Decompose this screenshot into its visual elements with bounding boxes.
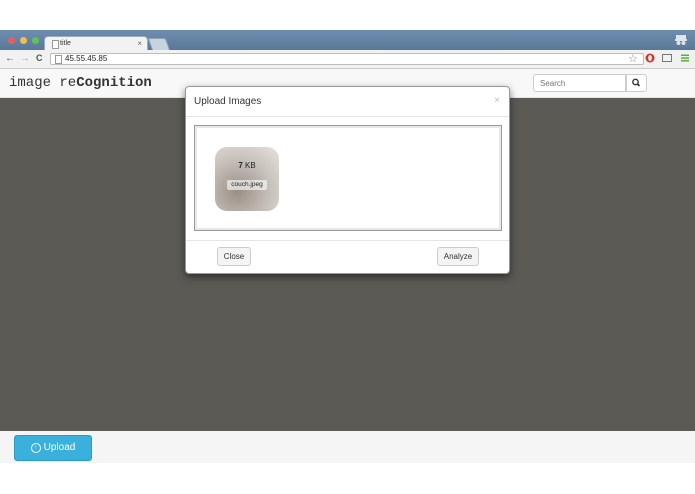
page-icon [52, 40, 59, 49]
modal-divider [186, 116, 509, 117]
bookmark-star-icon[interactable]: ☆ [628, 52, 638, 65]
maximize-window-icon[interactable] [32, 37, 39, 44]
back-arrow-icon[interactable]: ← [5, 53, 15, 64]
minimize-window-icon[interactable] [20, 37, 27, 44]
footer-bar [0, 431, 695, 463]
analyze-button[interactable]: Analyze [437, 247, 479, 266]
address-bar[interactable]: 45.55.45.85 [50, 53, 644, 65]
close-button[interactable]: Close [217, 247, 251, 266]
close-window-icon[interactable] [8, 37, 15, 44]
app-brand[interactable]: image reCognition [9, 75, 152, 91]
file-size: 7 KB [215, 161, 279, 170]
image-dropzone[interactable]: 7 KB couch.jpeg [194, 125, 502, 231]
cast-icon[interactable] [662, 53, 672, 63]
menu-icon[interactable] [680, 53, 690, 63]
tab-title: title [60, 40, 71, 47]
brand-bold-text: Cognition [76, 75, 152, 91]
incognito-profile-icon[interactable] [674, 33, 688, 47]
browser-tab[interactable]: title × [44, 36, 148, 51]
address-url: 45.55.45.85 [65, 54, 108, 63]
modal-title: Upload Images [194, 96, 262, 107]
page-icon [55, 55, 62, 64]
modal-divider [186, 240, 509, 241]
upload-button-label: Upload [43, 442, 76, 453]
upload-button[interactable]: ↑ Upload [14, 435, 92, 461]
file-name: couch.jpeg [227, 180, 267, 190]
search-input[interactable] [533, 74, 626, 92]
opera-extension-icon[interactable] [645, 53, 655, 63]
file-size-unit: KB [242, 161, 256, 170]
search-icon [632, 78, 641, 87]
search-button[interactable] [626, 74, 647, 92]
modal-close-icon[interactable]: × [494, 95, 500, 106]
tab-close-icon[interactable]: × [137, 39, 142, 48]
upload-circle-arrow-icon: ↑ [30, 443, 41, 453]
upload-images-modal: Upload Images × 7 KB couch.jpeg Close An… [185, 86, 510, 274]
image-preview-thumbnail[interactable]: 7 KB couch.jpeg [215, 147, 279, 211]
reload-icon[interactable]: C [36, 53, 43, 63]
brand-plain-text: image re [9, 75, 77, 91]
browser-toolbar: ← → C 45.55.45.85 [0, 50, 695, 69]
forward-arrow-icon[interactable]: → [20, 53, 30, 64]
